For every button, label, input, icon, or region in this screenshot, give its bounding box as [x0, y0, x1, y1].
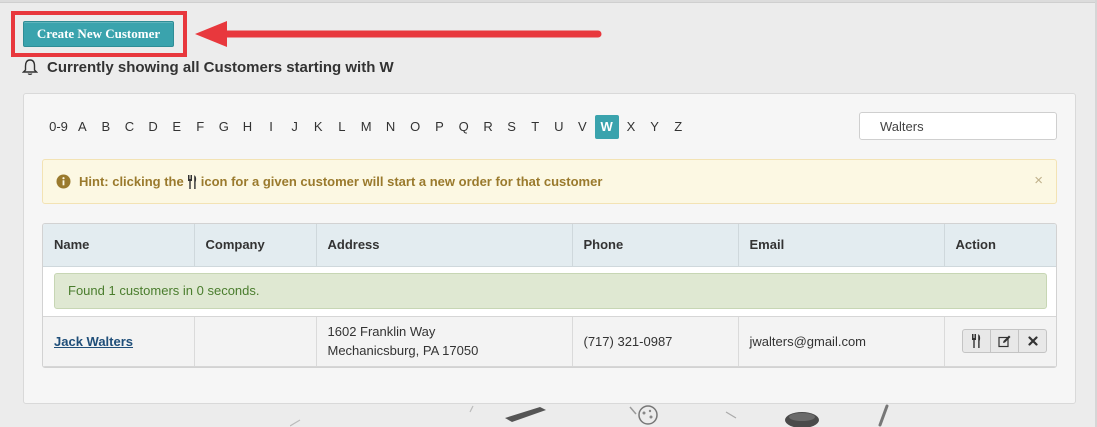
- page-heading: Currently showing all Customers starting…: [22, 57, 394, 77]
- letter-filter-m[interactable]: M: [354, 115, 378, 139]
- letter-filter-t[interactable]: T: [524, 115, 547, 139]
- letter-filter-e[interactable]: E: [165, 115, 188, 139]
- column-header-phone[interactable]: Phone: [572, 224, 739, 267]
- letter-filter-j[interactable]: J: [283, 115, 306, 139]
- row-actions: [956, 329, 1047, 353]
- table-header-row: Name Company Address Phone Email Action: [43, 224, 1056, 267]
- delete-customer-button[interactable]: [1018, 329, 1047, 353]
- letter-filter-0-9[interactable]: 0-9: [47, 115, 70, 139]
- new-order-button[interactable]: [962, 329, 991, 353]
- cell-address: 1602 Franklin Way Mechanicsburg, PA 1705…: [316, 316, 573, 367]
- letter-filter-i[interactable]: I: [260, 115, 283, 139]
- customer-name-link[interactable]: Jack Walters: [54, 334, 133, 349]
- letter-filter-x[interactable]: X: [620, 115, 643, 139]
- letter-filter-c[interactable]: C: [118, 115, 141, 139]
- customer-search-input[interactable]: [859, 112, 1057, 140]
- letter-filter-p[interactable]: P: [428, 115, 451, 139]
- letter-filter-w[interactable]: W: [594, 115, 619, 139]
- results-status: Found 1 customers in 0 seconds.: [54, 273, 1047, 309]
- fork-knife-icon: [187, 174, 198, 189]
- close-icon[interactable]: ×: [1034, 172, 1043, 189]
- letter-filter-y[interactable]: Y: [643, 115, 666, 139]
- fork-knife-icon: [972, 334, 981, 348]
- letter-filter-o[interactable]: O: [403, 115, 427, 139]
- status-row: Found 1 customers in 0 seconds.: [43, 266, 1056, 317]
- cell-company: [194, 316, 317, 367]
- letter-filter-u[interactable]: U: [548, 115, 571, 139]
- kitchen-utensils-decoration-icon: [290, 404, 889, 427]
- letter-filter-a[interactable]: A: [71, 115, 94, 139]
- letter-filter-g[interactable]: G: [213, 115, 236, 139]
- top-border: [0, 0, 1097, 3]
- cell-phone: (717) 321-0987: [572, 316, 739, 367]
- column-header-action: Action: [944, 224, 1056, 267]
- bell-icon: [22, 58, 38, 76]
- letter-filter-b[interactable]: B: [95, 115, 118, 139]
- letter-filter-q[interactable]: Q: [452, 115, 476, 139]
- letter-filter-v[interactable]: V: [571, 115, 594, 139]
- hint-text-before: Hint: clicking the: [79, 174, 184, 189]
- hint-alert: Hint: clicking the icon for a given cust…: [42, 159, 1057, 204]
- letter-filter-s[interactable]: S: [500, 115, 523, 139]
- annotation-arrow-icon: [195, 21, 602, 47]
- close-icon: [1027, 336, 1038, 346]
- page-title: Currently showing all Customers starting…: [47, 58, 394, 76]
- create-new-customer-button[interactable]: Create New Customer: [23, 21, 174, 47]
- address-line-2: Mechanicsburg, PA 17050: [327, 343, 479, 358]
- cell-name: Jack Walters: [43, 316, 195, 367]
- column-header-address[interactable]: Address: [316, 224, 573, 267]
- info-icon: [56, 174, 71, 189]
- cell-action: [944, 316, 1056, 367]
- letter-filter-h[interactable]: H: [236, 115, 259, 139]
- letter-filter-z[interactable]: Z: [667, 115, 690, 139]
- letter-filter-d[interactable]: D: [142, 115, 165, 139]
- customers-table: Name Company Address Phone Email Action …: [42, 223, 1057, 368]
- letter-filter-k[interactable]: K: [307, 115, 330, 139]
- letter-filter-f[interactable]: F: [189, 115, 212, 139]
- column-header-email[interactable]: Email: [738, 224, 945, 267]
- address-line-1: 1602 Franklin Way: [327, 324, 436, 339]
- cell-email: jwalters@gmail.com: [738, 316, 945, 367]
- letter-filter-n[interactable]: N: [379, 115, 402, 139]
- edit-icon: [998, 335, 1011, 347]
- hint-text-after: icon for a given customer will start a n…: [200, 174, 603, 189]
- letter-filter-l[interactable]: L: [331, 115, 354, 139]
- edit-customer-button[interactable]: [990, 329, 1019, 353]
- alphabet-filter: 0-9 A B C D E F G H I J K L M N O P Q R S T U V W X Y Z: [47, 115, 690, 139]
- column-header-name[interactable]: Name: [43, 224, 195, 267]
- table-row: Jack Walters 1602 Franklin Way Mechanics…: [43, 316, 1056, 367]
- column-header-company[interactable]: Company: [194, 224, 317, 267]
- letter-filter-r[interactable]: R: [477, 115, 500, 139]
